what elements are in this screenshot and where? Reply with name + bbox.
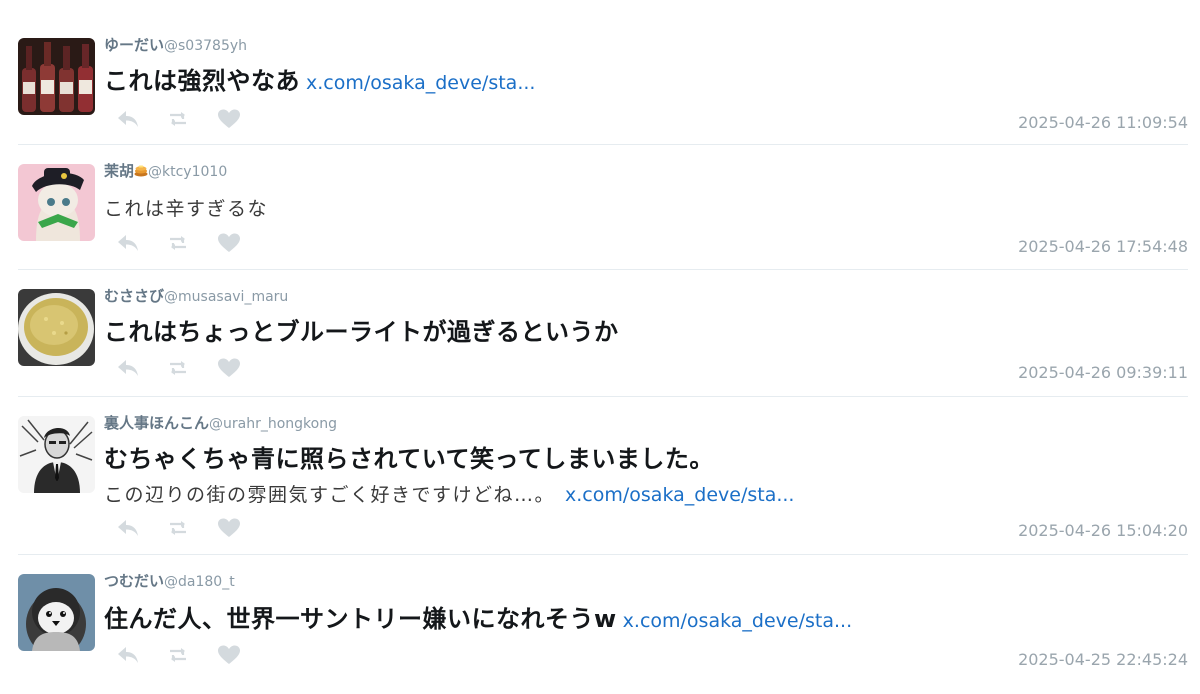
tweet-text: これはちょっとブルーライトが過ぎるというか: [104, 317, 619, 347]
tweet-link[interactable]: x.com/osaka_deve/sta...: [565, 484, 794, 506]
penguin-avatar[interactable]: [18, 574, 95, 651]
user-handle[interactable]: @musasavi_maru: [164, 289, 288, 305]
user-name[interactable]: むささび: [104, 287, 164, 305]
tweet-item: つむだい@da180_t 住んだ人、世界一サントリー嫌いになれそうw x.com/…: [18, 571, 1188, 684]
tweet-link[interactable]: x.com/osaka_deve/sta...: [623, 610, 852, 632]
reply-icon[interactable]: [116, 517, 140, 539]
tweet-timestamp: 2025-04-26 09:39:11: [1018, 363, 1188, 382]
tweet-body: これはちょっとブルーライトが過ぎるというか: [104, 318, 619, 346]
heart-icon[interactable]: [217, 517, 241, 539]
user-name[interactable]: 茉胡: [104, 162, 134, 180]
user-handle[interactable]: @s03785yh: [164, 38, 247, 54]
divider: [18, 396, 1188, 397]
divider: [18, 269, 1188, 270]
user-handle[interactable]: @da180_t: [164, 574, 235, 590]
heart-icon[interactable]: [217, 357, 241, 379]
retweet-icon[interactable]: [166, 644, 190, 666]
reply-icon[interactable]: [116, 644, 140, 666]
tweet-item: 茉胡 @ktcy1010 これは辛すぎるな 2025-04-26 17:54:48: [18, 161, 1188, 260]
tweet-timestamp: 2025-04-26 17:54:48: [1018, 237, 1188, 256]
tweet-text: 住んだ人、世界一サントリー嫌いになれそうw x.com/osaka_deve/st…: [104, 604, 852, 636]
tweet-timestamp: 2025-04-25 22:45:24: [1018, 650, 1188, 669]
heart-icon[interactable]: [217, 232, 241, 254]
tweet-header: むささび@musasavi_maru: [104, 286, 288, 307]
user-name[interactable]: 裏人事ほんこん: [104, 414, 209, 432]
retweet-icon[interactable]: [166, 108, 190, 130]
heart-icon[interactable]: [217, 108, 241, 130]
tweet-body: この辺りの街の雰囲気すごく好きですけどね…。: [104, 484, 556, 506]
tweet-body: 住んだ人、世界一サントリー嫌いになれそうw: [104, 605, 617, 633]
tweet-body: これは辛すぎるな: [104, 198, 269, 220]
tweet-feed: ゆーだい@s03785yh これは強烈やなあ x.com/osaka_deve/s…: [0, 0, 1200, 694]
tweet-body: むちゃくちゃ青に照らされていて笑ってしまいました。: [104, 445, 714, 473]
tweet-header: 茉胡 @ktcy1010: [104, 161, 227, 182]
tweet-item: ゆーだい@s03785yh これは強烈やなあ x.com/osaka_deve/s…: [18, 35, 1188, 134]
tweet-text: むちゃくちゃ青に照らされていて笑ってしまいました。: [104, 444, 714, 474]
cartoon-cat-avatar[interactable]: [18, 164, 95, 241]
tweet-header: 裏人事ほんこん@urahr_hongkong: [104, 413, 337, 434]
tweet-header: つむだい@da180_t: [104, 571, 235, 592]
pancake-icon: [134, 162, 148, 177]
user-handle[interactable]: @ktcy1010: [148, 164, 227, 180]
tweet-body: これは強烈やなあ: [104, 67, 300, 95]
tweet-text-line2: この辺りの街の雰囲気すごく好きですけどね…。 x.com/osaka_deve/s…: [104, 482, 794, 508]
divider: [18, 554, 1188, 555]
tweet-timestamp: 2025-04-26 11:09:54: [1018, 113, 1188, 132]
retweet-icon[interactable]: [166, 232, 190, 254]
tweet-item: むささび@musasavi_maru これはちょっとブルーライトが過ぎるというか…: [18, 286, 1188, 385]
tweet-text: これは辛すぎるな: [104, 196, 268, 222]
wine-bottles-avatar[interactable]: [18, 38, 95, 115]
tweet-item: 裏人事ほんこん@urahr_hongkong むちゃくちゃ青に照らされていて笑っ…: [18, 413, 1188, 546]
tweet-timestamp: 2025-04-26 15:04:20: [1018, 521, 1188, 540]
sketch-man-avatar[interactable]: [18, 416, 95, 493]
user-handle[interactable]: @urahr_hongkong: [209, 416, 337, 432]
retweet-icon[interactable]: [166, 357, 190, 379]
divider: [18, 144, 1188, 145]
heart-icon[interactable]: [217, 644, 241, 666]
tweet-text: これは強烈やなあ x.com/osaka_deve/sta...: [104, 66, 535, 98]
reply-icon[interactable]: [116, 357, 140, 379]
soup-bowl-avatar[interactable]: [18, 289, 95, 366]
reply-icon[interactable]: [116, 232, 140, 254]
tweet-link[interactable]: x.com/osaka_deve/sta...: [306, 72, 535, 94]
user-name[interactable]: つむだい: [104, 572, 164, 590]
retweet-icon[interactable]: [166, 517, 190, 539]
tweet-header: ゆーだい@s03785yh: [104, 35, 247, 56]
user-name[interactable]: ゆーだい: [104, 36, 164, 54]
reply-icon[interactable]: [116, 108, 140, 130]
